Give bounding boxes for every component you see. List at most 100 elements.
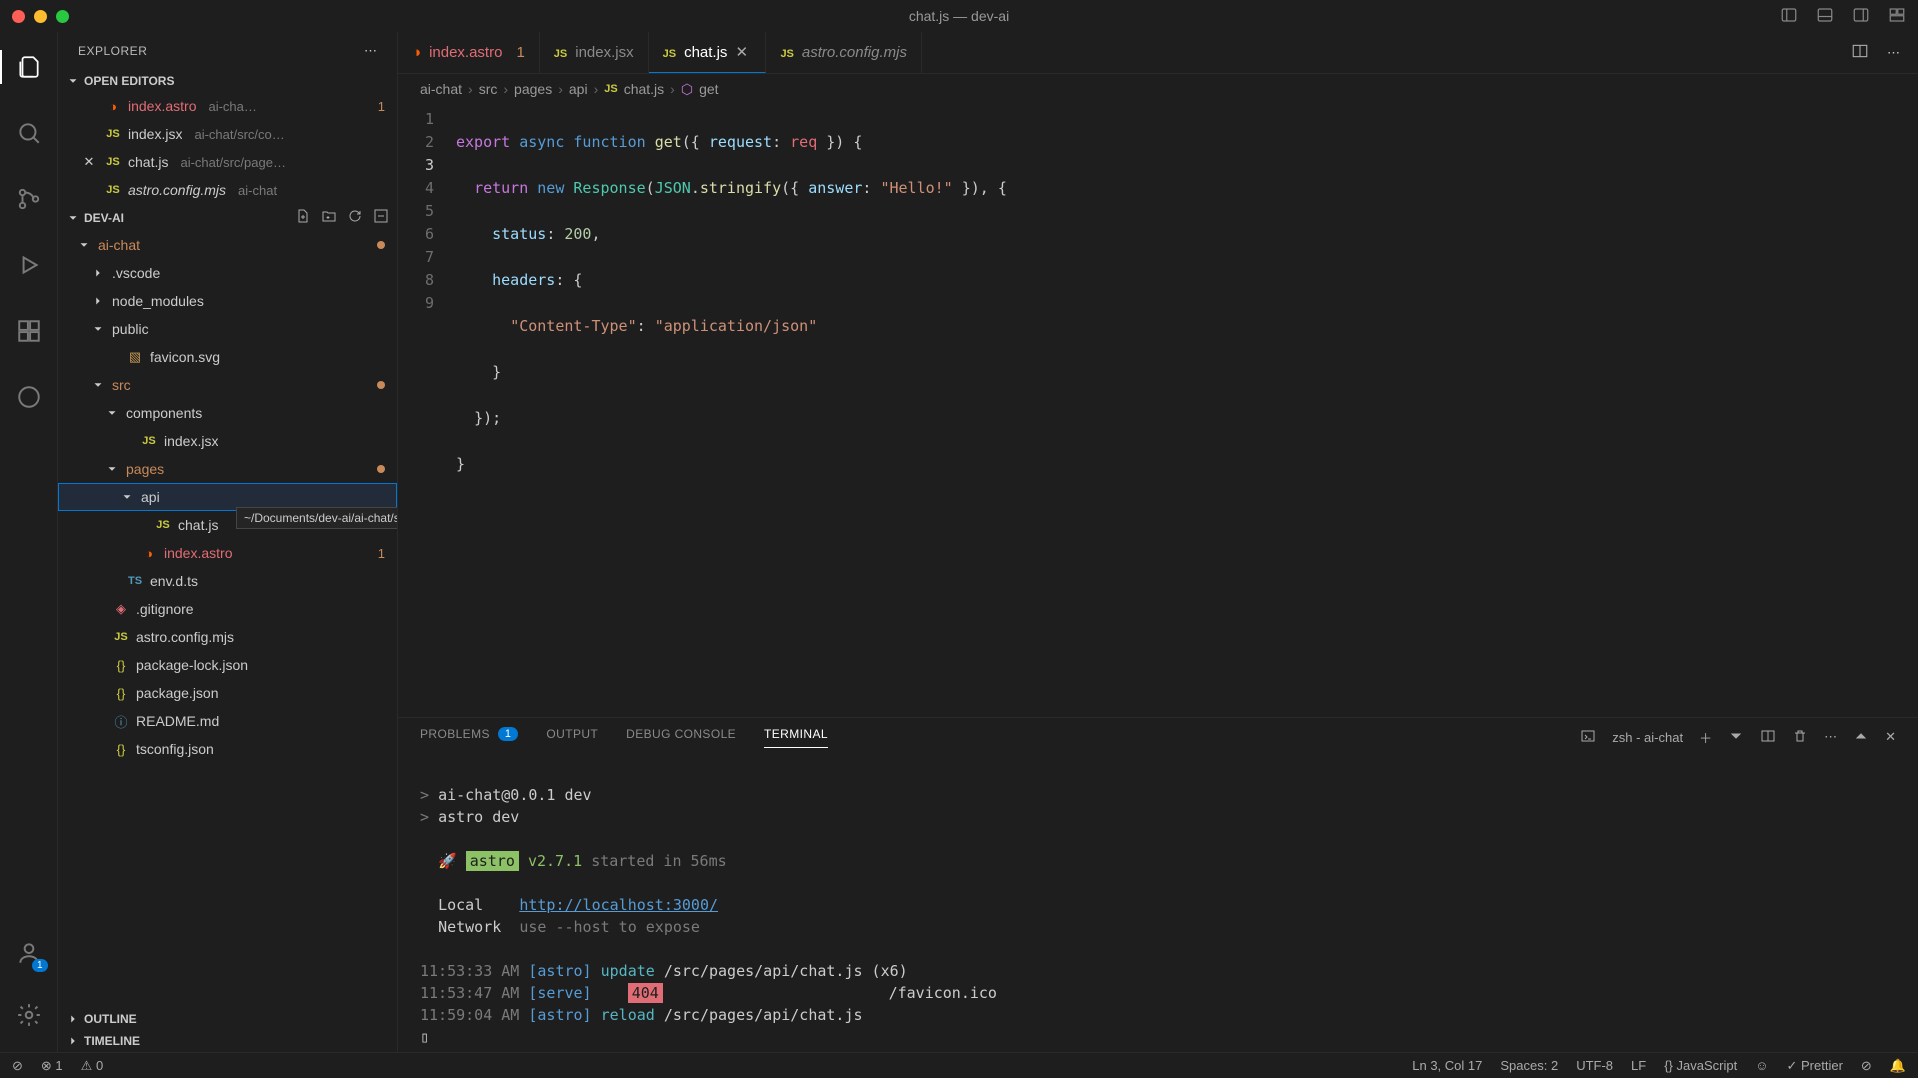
panel-more-icon[interactable]: ⋯ <box>1824 729 1837 745</box>
window-minimize-button[interactable] <box>34 10 47 23</box>
editor-tab[interactable]: ◑index.astro1 <box>398 32 540 73</box>
window-maximize-button[interactable] <box>56 10 69 23</box>
chevron-down-icon[interactable] <box>104 462 120 476</box>
file-icon: TS <box>126 575 144 587</box>
new-terminal-icon[interactable]: ＋ <box>1699 728 1712 747</box>
tab-debug-console[interactable]: DEBUG CONSOLE <box>626 727 736 747</box>
chevron-down-icon[interactable] <box>104 406 120 420</box>
open-editor-item[interactable]: ✕JSchat.jsai-chat/src/page… <box>58 148 397 176</box>
breadcrumb-item[interactable]: chat.js <box>624 81 664 97</box>
breadcrumb-item[interactable]: src <box>479 81 498 97</box>
breadcrumb[interactable]: ai-chat› src› pages› api› JS chat.js› ⬡ … <box>398 74 1918 104</box>
file-item[interactable]: ▧favicon.svg <box>58 343 397 371</box>
file-item[interactable]: ⓘREADME.md <box>58 707 397 735</box>
section-workspace[interactable]: DEV-AI <box>58 204 397 231</box>
activity-astro[interactable] <box>0 376 58 418</box>
tab-output[interactable]: OUTPUT <box>546 727 598 747</box>
collapse-icon[interactable] <box>373 208 389 227</box>
status-warnings[interactable]: ⚠ 0 <box>81 1058 104 1074</box>
new-file-icon[interactable] <box>295 208 311 227</box>
activity-accounts[interactable]: 1 <box>0 932 58 974</box>
item-label: api <box>141 489 160 505</box>
editor-tab[interactable]: JSindex.jsx <box>540 32 649 73</box>
terminal-session-label[interactable]: zsh - ai-chat <box>1612 730 1683 745</box>
terminal-dropdown-icon[interactable] <box>1728 728 1744 747</box>
status-notify-icon[interactable]: ⊘ <box>1861 1058 1872 1074</box>
file-item[interactable]: JSastro.config.mjs <box>58 623 397 651</box>
editor-tab[interactable]: JSchat.js✕ <box>649 32 767 73</box>
file-item[interactable]: TSenv.d.ts <box>58 567 397 595</box>
activity-scm[interactable] <box>0 178 58 220</box>
terminal-content[interactable]: > ai-chat@0.0.1 dev > astro dev 🚀 astro … <box>398 756 1918 1052</box>
breadcrumb-item[interactable]: ai-chat <box>420 81 462 97</box>
editor-tab[interactable]: JSastro.config.mjs <box>766 32 922 73</box>
chevron-right-icon[interactable] <box>90 294 106 308</box>
folder-item[interactable]: node_modules <box>58 287 397 315</box>
file-item[interactable]: {}tsconfig.json <box>58 735 397 763</box>
toggle-bottom-panel-icon[interactable] <box>1816 6 1834 27</box>
close-icon[interactable]: ✕ <box>735 43 751 61</box>
folder-item[interactable]: components <box>58 399 397 427</box>
chevron-down-icon[interactable] <box>90 378 106 392</box>
kill-terminal-icon[interactable] <box>1792 728 1808 747</box>
split-editor-icon[interactable] <box>1851 42 1869 63</box>
folder-item[interactable]: ai-chat <box>58 231 397 259</box>
status-encoding[interactable]: UTF-8 <box>1576 1058 1613 1073</box>
file-item[interactable]: {}package.json <box>58 679 397 707</box>
file-item[interactable]: ◈.gitignore <box>58 595 397 623</box>
code-editor[interactable]: 123456789 export async function get({ re… <box>398 104 1918 717</box>
activity-extensions[interactable] <box>0 310 58 352</box>
status-feedback-icon[interactable]: ☺ <box>1755 1058 1768 1073</box>
breadcrumb-item[interactable]: api <box>569 81 588 97</box>
section-open-editors[interactable]: OPEN EDITORS <box>58 70 397 92</box>
new-folder-icon[interactable] <box>321 208 337 227</box>
tab-problems[interactable]: PROBLEMS 1 <box>420 727 518 747</box>
file-item[interactable]: JSindex.jsx <box>58 427 397 455</box>
open-editor-item[interactable]: JSindex.jsxai-chat/src/co… <box>58 120 397 148</box>
file-item[interactable]: ◑index.astro1 <box>58 539 397 567</box>
status-eol[interactable]: LF <box>1631 1058 1646 1073</box>
activity-settings[interactable] <box>0 994 58 1036</box>
section-timeline[interactable]: TIMELINE <box>58 1030 397 1052</box>
file-icon: ◑ <box>140 546 158 561</box>
folder-item[interactable]: .vscode <box>58 259 397 287</box>
file-icon: JS <box>663 44 676 61</box>
breadcrumb-item[interactable]: pages <box>514 81 552 97</box>
split-terminal-icon[interactable] <box>1760 728 1776 747</box>
tab-terminal[interactable]: TERMINAL <box>764 727 828 748</box>
status-spaces[interactable]: Spaces: 2 <box>1500 1058 1558 1073</box>
file-item[interactable]: {}package-lock.json <box>58 651 397 679</box>
chevron-right-icon[interactable] <box>90 266 106 280</box>
status-remote-icon[interactable]: ⊘ <box>12 1058 23 1074</box>
section-outline[interactable]: OUTLINE <box>58 1008 397 1030</box>
folder-item[interactable]: public <box>58 315 397 343</box>
code-content[interactable]: export async function get({ request: req… <box>456 108 1918 717</box>
layout-control-icon[interactable] <box>1888 6 1906 27</box>
activity-debug[interactable] <box>0 244 58 286</box>
folder-item[interactable]: pages <box>58 455 397 483</box>
refresh-icon[interactable] <box>347 208 363 227</box>
close-panel-icon[interactable]: ✕ <box>1885 729 1896 745</box>
status-prettier[interactable]: ✓ Prettier <box>1786 1058 1842 1074</box>
chevron-down-icon[interactable] <box>90 322 106 336</box>
open-editor-item[interactable]: ◑index.astroai-cha…1 <box>58 92 397 120</box>
breadcrumb-item[interactable]: get <box>699 81 718 97</box>
editor-more-icon[interactable]: ⋯ <box>1887 45 1900 61</box>
chevron-down-icon[interactable] <box>119 490 135 504</box>
folder-item[interactable]: src <box>58 371 397 399</box>
open-editor-item[interactable]: JSastro.config.mjsai-chat <box>58 176 397 204</box>
sidebar-more-icon[interactable]: ⋯ <box>364 43 377 59</box>
file-icon: JS <box>554 44 567 61</box>
status-language[interactable]: {} JavaScript <box>1664 1058 1737 1073</box>
toggle-secondary-panel-icon[interactable] <box>1852 6 1870 27</box>
activity-explorer[interactable] <box>0 46 58 88</box>
window-close-button[interactable] <box>12 10 25 23</box>
status-bell-icon[interactable]: 🔔 <box>1890 1058 1906 1074</box>
status-errors[interactable]: ⊗ 1 <box>41 1058 63 1074</box>
activity-search[interactable] <box>0 112 58 154</box>
close-icon[interactable]: ✕ <box>80 154 98 170</box>
toggle-primary-panel-icon[interactable] <box>1780 6 1798 27</box>
chevron-down-icon[interactable] <box>76 238 92 252</box>
maximize-panel-icon[interactable] <box>1853 728 1869 747</box>
status-line-col[interactable]: Ln 3, Col 17 <box>1412 1058 1482 1073</box>
